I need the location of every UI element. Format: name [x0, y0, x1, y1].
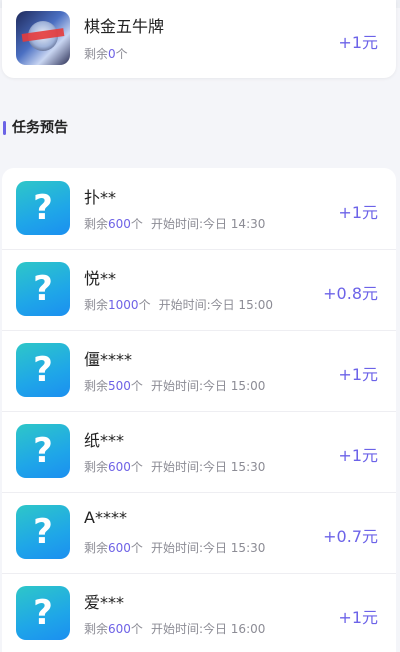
task-card-current[interactable]: 棋金五牛牌 剩余0个 +1元 — [2, 0, 396, 78]
task-reward: +0.7元 — [323, 527, 378, 546]
task-title: 爱*** — [84, 593, 125, 612]
task-preview-list: ? 扑** 剩余600个 开始时间:今日 14:30 +1元 ? 悦** 剩余10… — [2, 168, 396, 652]
task-preview-row[interactable]: ? A**** 剩余600个 开始时间:今日 15:30 +0.7元 — [2, 492, 396, 574]
task-start-time: 开始时间:今日 16:00 — [150, 622, 266, 636]
section-title: 任务预告 — [12, 120, 68, 136]
task-start-time: 开始时间:今日 14:30 — [150, 217, 266, 231]
task-title: 纸*** — [84, 431, 125, 450]
task-preview-row[interactable]: ? 爱*** 剩余600个 开始时间:今日 16:00 +1元 — [2, 573, 396, 652]
task-title: 悦** — [84, 269, 117, 288]
task-meta: 剩余600个 开始时间:今日 15:30 — [84, 541, 266, 555]
task-remaining: 剩余0个 — [84, 47, 128, 61]
task-title: 扑** — [84, 188, 117, 207]
game-thumbnail — [16, 11, 70, 65]
task-reward: +1元 — [338, 33, 378, 52]
question-mark-icon: ? — [16, 343, 70, 397]
task-meta: 剩余600个 开始时间:今日 16:00 — [84, 622, 266, 636]
task-reward: +1元 — [338, 608, 378, 627]
question-mark-icon: ? — [16, 586, 70, 640]
task-reward: +0.8元 — [323, 284, 378, 303]
question-mark-icon: ? — [16, 424, 70, 478]
task-title: 僵**** — [84, 350, 133, 369]
task-reward: +1元 — [338, 446, 378, 465]
section-accent-bar — [3, 121, 6, 135]
task-meta: 剩余600个 开始时间:今日 14:30 — [84, 217, 266, 231]
task-title: A**** — [84, 508, 127, 527]
task-start-time: 开始时间:今日 15:30 — [150, 460, 266, 474]
task-preview-row[interactable]: ? 纸*** 剩余600个 开始时间:今日 15:30 +1元 — [2, 411, 396, 493]
section-header: 任务预告 — [0, 112, 400, 142]
question-mark-icon: ? — [16, 262, 70, 316]
task-reward: +1元 — [338, 203, 378, 222]
task-start-time: 开始时间:今日 15:30 — [150, 541, 266, 555]
task-preview-row[interactable]: ? 悦** 剩余1000个 开始时间:今日 15:00 +0.8元 — [2, 249, 396, 331]
task-meta: 剩余600个 开始时间:今日 15:30 — [84, 460, 266, 474]
task-title: 棋金五牛牌 — [84, 17, 165, 36]
task-start-time: 开始时间:今日 15:00 — [150, 379, 266, 393]
task-preview-row[interactable]: ? 僵**** 剩余500个 开始时间:今日 15:00 +1元 — [2, 330, 396, 412]
question-mark-icon: ? — [16, 181, 70, 235]
question-mark-icon: ? — [16, 505, 70, 559]
task-reward: +1元 — [338, 365, 378, 384]
task-preview-row[interactable]: ? 扑** 剩余600个 开始时间:今日 14:30 +1元 — [2, 168, 396, 250]
task-meta: 剩余1000个 开始时间:今日 15:00 — [84, 298, 274, 312]
task-meta: 剩余500个 开始时间:今日 15:00 — [84, 379, 266, 393]
task-start-time: 开始时间:今日 15:00 — [158, 298, 274, 312]
